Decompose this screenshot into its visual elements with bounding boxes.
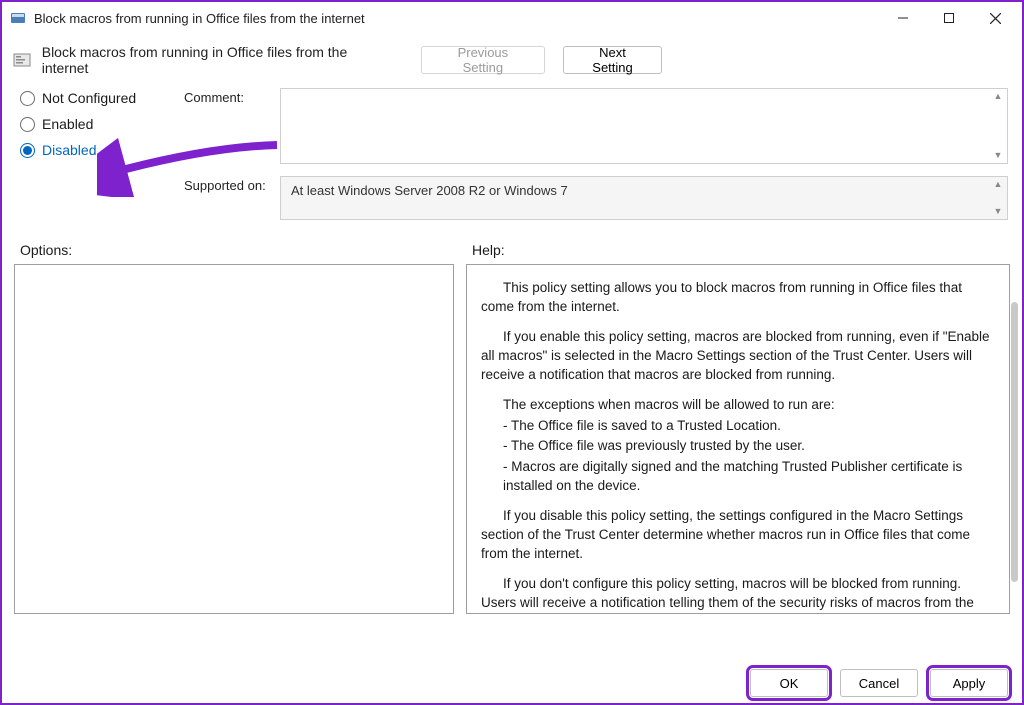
help-text: - Macros are digitally signed and the ma… [481,458,995,495]
ok-button[interactable]: OK [750,669,828,697]
radio-not-configured[interactable]: Not Configured [20,90,170,106]
maximize-button[interactable] [926,3,972,33]
policy-icon [12,50,32,70]
help-text: The exceptions when macros will be allow… [481,396,995,415]
app-icon [10,10,26,26]
chevron-down-icon[interactable]: ▼ [991,150,1005,161]
radio-label: Disabled [42,142,96,158]
window-title: Block macros from running in Office file… [34,11,880,26]
help-pane[interactable]: This policy setting allows you to block … [466,264,1010,614]
options-label: Options: [20,242,472,258]
radio-enabled[interactable]: Enabled [20,116,170,132]
previous-setting-button[interactable]: Previous Setting [421,46,544,74]
help-text: If you enable this policy setting, macro… [481,328,995,384]
minimize-button[interactable] [880,3,926,33]
help-label: Help: [472,242,505,258]
help-text: - The Office file is saved to a Trusted … [481,417,995,436]
close-button[interactable] [972,3,1018,33]
help-text: This policy setting allows you to block … [481,279,995,316]
state-radio-group: Not Configured Enabled Disabled [20,88,170,220]
radio-disabled[interactable]: Disabled [20,142,170,158]
help-text: If you disable this policy setting, the … [481,507,995,563]
cancel-button[interactable]: Cancel [840,669,918,697]
radio-label: Enabled [42,116,93,132]
supported-label: Supported on: [184,176,274,193]
options-pane [14,264,454,614]
chevron-up-icon[interactable]: ▲ [991,91,1005,102]
help-text: - The Office file was previously trusted… [481,437,995,456]
chevron-down-icon[interactable]: ▼ [991,206,1005,217]
titlebar: Block macros from running in Office file… [2,2,1022,34]
next-setting-button[interactable]: Next Setting [563,46,663,74]
scrollbar-thumb[interactable] [1011,302,1018,582]
apply-button[interactable]: Apply [930,669,1008,697]
supported-field: At least Windows Server 2008 R2 or Windo… [280,176,1008,220]
policy-title: Block macros from running in Office file… [42,44,393,76]
comment-field[interactable]: ▲ ▼ [280,88,1008,164]
help-text: If you don't configure this policy setti… [481,575,995,614]
radio-label: Not Configured [42,90,136,106]
policy-header: Block macros from running in Office file… [2,34,1022,84]
dialog-footer: OK Cancel Apply [750,669,1008,697]
comment-label: Comment: [184,88,274,105]
chevron-up-icon[interactable]: ▲ [991,179,1005,190]
